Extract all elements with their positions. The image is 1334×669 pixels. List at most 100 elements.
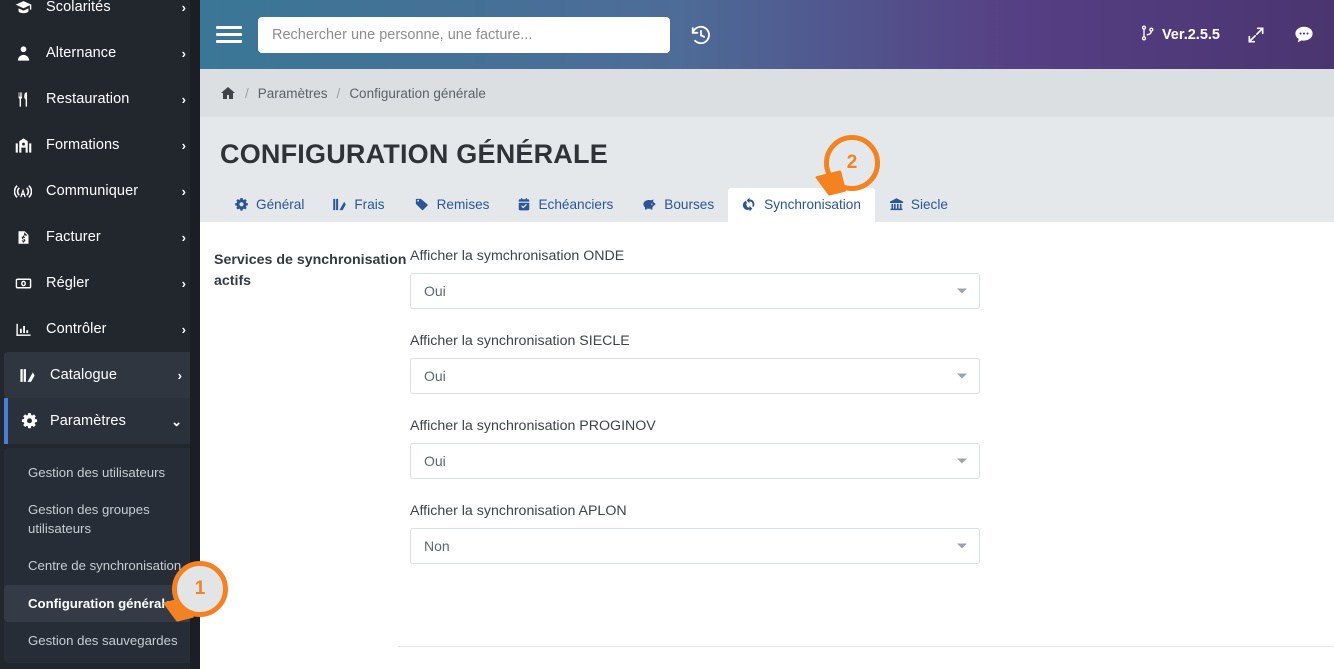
sidebar-item-facturer[interactable]: Facturer › bbox=[0, 214, 200, 260]
sidebar-item-catalogue[interactable]: Catalogue › bbox=[4, 352, 196, 398]
money-bill-icon bbox=[0, 275, 46, 292]
sidebar-item-scolarites[interactable]: Scolarités › bbox=[0, 0, 200, 30]
tab-content-synchronisation: Services de synchronisation actifs Affic… bbox=[200, 222, 1334, 669]
select-proginov[interactable]: Oui bbox=[410, 443, 980, 479]
tab-synchronisation[interactable]: Synchronisation bbox=[728, 188, 875, 222]
breadcrumb-item-configuration-generale[interactable]: Configuration générale bbox=[349, 86, 486, 101]
utensils-icon bbox=[0, 91, 46, 108]
main-area: Ver.2.5.5 bbox=[200, 0, 1334, 669]
sidebar-item-formations[interactable]: Formations › bbox=[0, 122, 200, 168]
chart-swatch-icon bbox=[332, 197, 347, 212]
field-siecle: Afficher la synchronisation SIECLE Oui bbox=[410, 333, 980, 394]
sidebar-item-label: Scolarités bbox=[46, 0, 111, 15]
field-onde: Afficher la symchronisation ONDE Oui bbox=[410, 248, 980, 309]
code-branch-icon bbox=[1140, 24, 1156, 46]
version-indicator: Ver.2.5.5 bbox=[1140, 24, 1220, 46]
sidebar-subitem-label: Centre de synchronisation bbox=[28, 558, 182, 574]
sidebar-item-parametres[interactable]: Paramètres ⌄ bbox=[4, 398, 196, 444]
sidebar-subitem-configuration-generale[interactable]: Configuration générale bbox=[4, 584, 196, 622]
version-label: Ver.2.5.5 bbox=[1161, 26, 1220, 43]
sidebar-item-label: Paramètres bbox=[50, 413, 126, 429]
tab-label: Général bbox=[256, 197, 305, 212]
field-label: Afficher la synchronisation SIECLE bbox=[410, 333, 630, 349]
select-siecle[interactable]: Oui bbox=[410, 358, 980, 394]
sidebar-subitem-label: Gestion des utilisateurs bbox=[28, 465, 166, 480]
field-label: Afficher la synchronisation PROGINOV bbox=[410, 418, 656, 434]
tab-label: Echéanciers bbox=[538, 197, 614, 212]
synchronisation-form: Services de synchronisation actifs Affic… bbox=[214, 248, 1314, 588]
field-label: Afficher la symchronisation ONDE bbox=[410, 248, 625, 264]
book-swatch-icon bbox=[4, 367, 50, 384]
sidebar-item-label: Contrôler bbox=[46, 321, 107, 337]
field-proginov: Afficher la synchronisation PROGINOV Oui bbox=[410, 418, 980, 479]
calendar-check-icon bbox=[517, 197, 531, 212]
sidebar-item-label: Communiquer bbox=[46, 183, 139, 199]
select-value: Oui bbox=[424, 368, 446, 384]
select-value: Oui bbox=[424, 283, 446, 299]
chevron-right-icon: › bbox=[177, 367, 182, 383]
tab-label: Bourses bbox=[664, 197, 715, 212]
school-building-icon bbox=[0, 137, 46, 154]
sidebar-subitem-gestion-des-utilisateurs[interactable]: Gestion des utilisateurs bbox=[4, 454, 196, 491]
tab-bar: Général Frais Remises Echéanciers Bourse… bbox=[220, 188, 1314, 222]
sidebar-item-label: Facturer bbox=[46, 229, 101, 245]
chevron-down-icon bbox=[957, 288, 967, 294]
page-header: CONFIGURATION GÉNÉRALE Général Frais Rem… bbox=[200, 117, 1334, 222]
sidebar-item-restauration[interactable]: Restauration › bbox=[0, 76, 200, 122]
invoice-icon bbox=[0, 229, 46, 246]
form-legend: Services de synchronisation actifs bbox=[214, 252, 407, 290]
sidebar-submenu-parametres: Gestion des utilisateurs Gestion des gro… bbox=[4, 448, 196, 663]
sidebar-subitem-gestion-des-groupes-utilisateurs[interactable]: Gestion des groupes utilisateurs bbox=[4, 491, 196, 547]
sidebar-item-label: Catalogue bbox=[50, 367, 118, 383]
sidebar-subitem-centre-de-synchronisation[interactable]: Centre de synchronisation bbox=[4, 547, 196, 584]
tab-bourses[interactable]: Bourses bbox=[627, 188, 728, 222]
tab-label: Synchronisation bbox=[764, 197, 861, 212]
tab-label: Remises bbox=[436, 197, 490, 212]
sidebar-item-communiquer[interactable]: Communiquer › bbox=[0, 168, 200, 214]
sidebar-item-label: Régler bbox=[46, 275, 90, 291]
piggy-bank-icon bbox=[641, 197, 657, 212]
tab-general[interactable]: Général bbox=[220, 188, 318, 222]
field-aplon: Afficher la synchronisation APLON Non bbox=[410, 503, 980, 564]
tab-echeanciers[interactable]: Echéanciers bbox=[503, 188, 627, 222]
chat-bubble-icon[interactable] bbox=[1292, 24, 1316, 46]
chevron-down-icon bbox=[957, 458, 967, 464]
sidebar-scroll-rail[interactable] bbox=[190, 0, 200, 669]
app-root: Scolarités › Alternance › Restauration ›… bbox=[0, 0, 1334, 669]
chevron-right-icon: › bbox=[181, 91, 186, 107]
tab-frais[interactable]: Frais bbox=[318, 188, 398, 222]
search-input[interactable] bbox=[258, 16, 670, 53]
user-tie-icon bbox=[0, 45, 46, 62]
breadcrumb-item-parametres[interactable]: Paramètres bbox=[258, 86, 328, 101]
gears-icon bbox=[234, 197, 249, 212]
expand-arrows-icon[interactable] bbox=[1246, 25, 1266, 45]
tab-remises[interactable]: Remises bbox=[399, 188, 504, 222]
content-divider bbox=[398, 646, 1334, 647]
hamburger-icon[interactable] bbox=[216, 22, 242, 47]
chevron-right-icon: › bbox=[181, 321, 186, 337]
breadcrumb-separator: / bbox=[245, 85, 249, 101]
page-title: CONFIGURATION GÉNÉRALE bbox=[220, 139, 608, 169]
select-aplon[interactable]: Non bbox=[410, 528, 980, 564]
sidebar-item-label: Formations bbox=[46, 137, 120, 153]
sidebar-item-alternance[interactable]: Alternance › bbox=[0, 30, 200, 76]
sidebar-subitem-label: Configuration générale bbox=[28, 595, 173, 611]
select-onde[interactable]: Oui bbox=[410, 273, 980, 309]
home-icon[interactable] bbox=[220, 85, 236, 101]
chevron-right-icon: › bbox=[181, 45, 186, 61]
sidebar-item-regler[interactable]: Régler › bbox=[0, 260, 200, 306]
history-clock-icon[interactable] bbox=[690, 24, 712, 46]
top-bar-right: Ver.2.5.5 bbox=[1140, 24, 1316, 46]
chevron-right-icon: › bbox=[181, 275, 186, 291]
gears-icon bbox=[8, 412, 50, 430]
sidebar-item-controler[interactable]: Contrôler › bbox=[0, 306, 200, 352]
top-bar: Ver.2.5.5 bbox=[200, 0, 1334, 69]
sidebar-item-label: Restauration bbox=[46, 91, 130, 107]
chevron-right-icon: › bbox=[181, 137, 186, 153]
sidebar-subitem-gestion-des-sauvegardes[interactable]: Gestion des sauvegardes bbox=[4, 622, 196, 659]
field-label: Afficher la synchronisation APLON bbox=[410, 503, 627, 519]
tab-siecle[interactable]: Siecle bbox=[875, 188, 962, 222]
bank-columns-icon bbox=[889, 197, 904, 212]
tab-label: Siecle bbox=[910, 197, 948, 212]
tab-label: Frais bbox=[354, 197, 385, 212]
